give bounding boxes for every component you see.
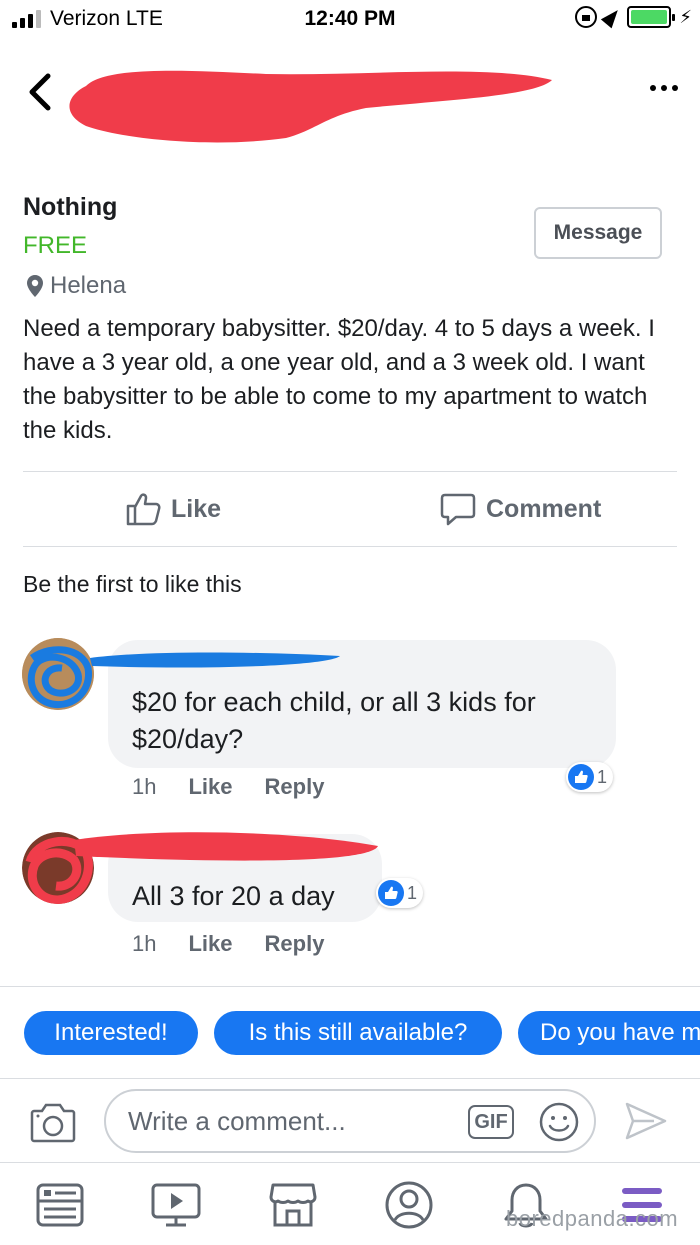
post-actions: Like Comment — [0, 472, 700, 546]
reaction-count: 1 — [597, 766, 608, 787]
comment-like-link[interactable]: Like — [188, 774, 232, 800]
likes-summary: Be the first to like this — [23, 571, 242, 597]
nav-watch[interactable] — [150, 1179, 202, 1231]
comment-placeholder: Write a comment... — [128, 1106, 346, 1136]
listing-price: FREE — [23, 232, 88, 259]
avatar-redaction — [22, 638, 94, 710]
comment-label: Comment — [486, 494, 602, 523]
watermark: boredpanda.com — [506, 1206, 679, 1231]
listing-header — [0, 40, 700, 150]
like-button[interactable]: Like — [125, 492, 221, 526]
comment-reaction-count[interactable]: 1 — [566, 762, 614, 792]
comment-composer: Write a comment... GIF — [0, 1078, 700, 1162]
status-icons: ⚡ — [575, 5, 692, 29]
news-feed-icon — [36, 1183, 84, 1227]
comment-button[interactable]: Comment — [440, 492, 601, 526]
like-reaction-icon — [568, 764, 594, 790]
quick-reply-chip[interactable]: Interested! — [24, 1011, 198, 1055]
quick-reply-chip[interactable]: Is this still available? — [214, 1011, 502, 1055]
comment-time: 1h — [132, 931, 157, 956]
like-label: Like — [171, 494, 222, 523]
listing-location: Helena — [26, 272, 126, 300]
comment-reply-link[interactable]: Reply — [265, 931, 325, 957]
marketplace-icon — [269, 1183, 317, 1227]
divider — [23, 546, 677, 547]
bottom-nav — [0, 1162, 700, 1245]
nav-profile[interactable] — [383, 1179, 435, 1231]
location-services-icon — [601, 5, 624, 29]
back-button[interactable] — [26, 72, 66, 122]
comment-reply-link[interactable]: Reply — [265, 774, 325, 800]
nav-news-feed[interactable] — [34, 1179, 86, 1231]
nav-marketplace[interactable] — [267, 1179, 319, 1231]
message-button[interactable]: Message — [534, 207, 662, 259]
like-reaction-icon — [378, 880, 404, 906]
more-options-button[interactable] — [650, 85, 678, 91]
comment-meta: 1h Like Reply — [132, 774, 324, 800]
location-label: Helena — [50, 272, 127, 299]
comment-input[interactable]: Write a comment... GIF — [104, 1089, 596, 1153]
gif-icon[interactable]: GIF — [468, 1105, 514, 1139]
reaction-count: 1 — [407, 882, 418, 903]
comment-bubble-icon — [440, 493, 476, 526]
comment-time: 1h — [132, 774, 157, 799]
chevron-left-icon — [29, 73, 51, 111]
emoji-icon[interactable] — [538, 1101, 580, 1143]
quick-replies: Interested! Is this still available? Do … — [0, 986, 700, 1078]
status-bar: Verizon LTE 12:40 PM ⚡ — [0, 0, 700, 40]
comment-reaction-count[interactable]: 1 — [376, 878, 424, 908]
video-icon — [151, 1183, 201, 1227]
profile-icon — [385, 1181, 433, 1229]
comment-text: $20 for each child, or all 3 kids for $2… — [132, 687, 536, 754]
comment-meta: 1h Like Reply — [132, 931, 324, 957]
thumbs-up-icon — [126, 493, 161, 526]
rotation-lock-icon — [575, 6, 598, 28]
avatar[interactable] — [22, 638, 94, 710]
name-redaction — [74, 832, 378, 861]
charging-icon: ⚡ — [679, 6, 692, 27]
listing-title: Nothing — [23, 193, 118, 221]
redaction-scribble — [69, 70, 552, 143]
comment-text: All 3 for 20 a day — [132, 881, 335, 911]
comment-like-link[interactable]: Like — [188, 931, 232, 957]
listing-description: Need a temporary babysitter. $20/day. 4 … — [23, 315, 655, 444]
quick-reply-chip[interactable]: Do you have more? — [518, 1011, 700, 1055]
camera-icon[interactable] — [30, 1101, 76, 1143]
battery-icon — [627, 6, 676, 28]
map-pin-icon — [26, 274, 44, 298]
name-redaction — [90, 652, 340, 668]
send-icon[interactable] — [624, 1101, 668, 1141]
